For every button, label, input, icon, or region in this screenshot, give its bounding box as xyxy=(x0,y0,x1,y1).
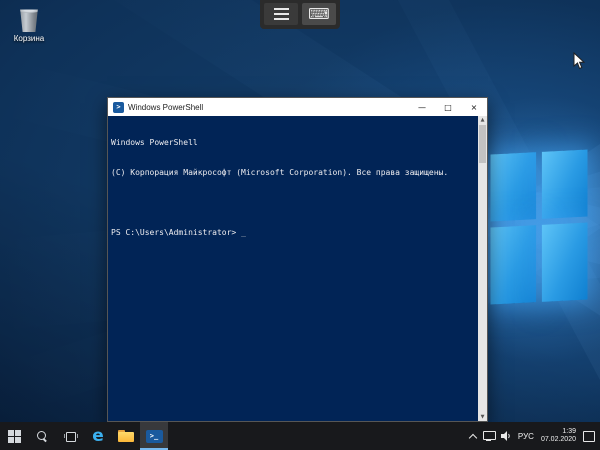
tray-chevron-up-icon[interactable] xyxy=(469,433,476,440)
task-view-icon xyxy=(64,431,76,441)
language-indicator[interactable]: РУС xyxy=(518,432,534,441)
toolbar-keyboard-button[interactable]: ⌨ xyxy=(302,3,336,25)
recycle-bin-desktop-icon[interactable]: Корзина xyxy=(6,8,52,43)
window-controls: — □ × xyxy=(409,98,487,116)
search-icon xyxy=(37,431,48,442)
console-cursor: _ xyxy=(241,228,246,237)
remote-console-toolbar: ⌨ xyxy=(260,0,340,29)
window-title: Windows PowerShell xyxy=(128,103,409,112)
powershell-titlebar[interactable]: > Windows PowerShell — □ × xyxy=(108,98,487,116)
close-button[interactable]: × xyxy=(461,98,487,116)
edge-icon: e xyxy=(92,428,104,445)
network-icon[interactable] xyxy=(483,431,494,441)
recycle-bin-icon xyxy=(19,8,39,32)
volume-icon[interactable] xyxy=(501,431,511,441)
windows-logo-pane xyxy=(542,222,588,301)
console-prompt: PS C:\Users\Administrator> xyxy=(111,228,236,237)
taskbar-edge-button[interactable]: e xyxy=(84,422,112,450)
taskbar-clock[interactable]: 1:39 07.02.2020 xyxy=(541,428,576,444)
file-explorer-icon xyxy=(118,430,134,442)
recycle-bin-label: Корзина xyxy=(6,34,52,43)
taskbar-file-explorer-button[interactable] xyxy=(112,422,140,450)
windows-logo-pane xyxy=(542,149,588,218)
windows-start-icon xyxy=(8,430,21,443)
clock-date: 07.02.2020 xyxy=(541,436,576,444)
powershell-icon: >_ xyxy=(146,430,163,443)
powershell-window-icon: > xyxy=(113,102,124,113)
powershell-console[interactable]: Windows PowerShell (C) Корпорация Майкро… xyxy=(108,116,487,421)
scroll-down-icon[interactable]: ▼ xyxy=(478,413,487,421)
keyboard-icon: ⌨ xyxy=(308,7,330,22)
start-button[interactable] xyxy=(0,422,28,450)
minimize-button[interactable]: — xyxy=(409,98,435,116)
console-line: Windows PowerShell xyxy=(111,138,475,148)
toolbar-menu-button[interactable] xyxy=(264,3,298,25)
scrollbar-thumb[interactable] xyxy=(479,125,486,163)
windows-logo-pane xyxy=(491,225,537,304)
task-view-button[interactable] xyxy=(56,422,84,450)
desktop-screen: ⌨ Корзина > Windows PowerShell — □ × Win… xyxy=(0,0,600,450)
notification-center-icon[interactable] xyxy=(583,431,594,441)
windows-logo xyxy=(491,149,588,304)
console-line-blank xyxy=(111,198,475,208)
taskbar-powershell-button[interactable]: >_ xyxy=(140,422,168,450)
console-output: Windows PowerShell (C) Корпорация Майкро… xyxy=(108,116,487,258)
powershell-window: > Windows PowerShell — □ × Windows Power… xyxy=(107,97,488,422)
system-tray: РУС 1:39 07.02.2020 xyxy=(465,422,600,450)
windows-logo-pane xyxy=(491,152,537,221)
menu-icon xyxy=(274,8,289,20)
clock-time: 1:39 xyxy=(541,428,576,436)
maximize-button[interactable]: □ xyxy=(435,98,461,116)
console-line: (C) Корпорация Майкрософт (Microsoft Cor… xyxy=(111,168,475,178)
scroll-up-icon[interactable]: ▲ xyxy=(478,116,487,124)
taskbar-search-button[interactable] xyxy=(28,422,56,450)
taskbar: e >_ РУС 1:39 07.02.2020 xyxy=(0,422,600,450)
console-scrollbar[interactable]: ▲ ▼ xyxy=(478,116,487,421)
console-prompt-line: PS C:\Users\Administrator> _ xyxy=(111,228,475,238)
